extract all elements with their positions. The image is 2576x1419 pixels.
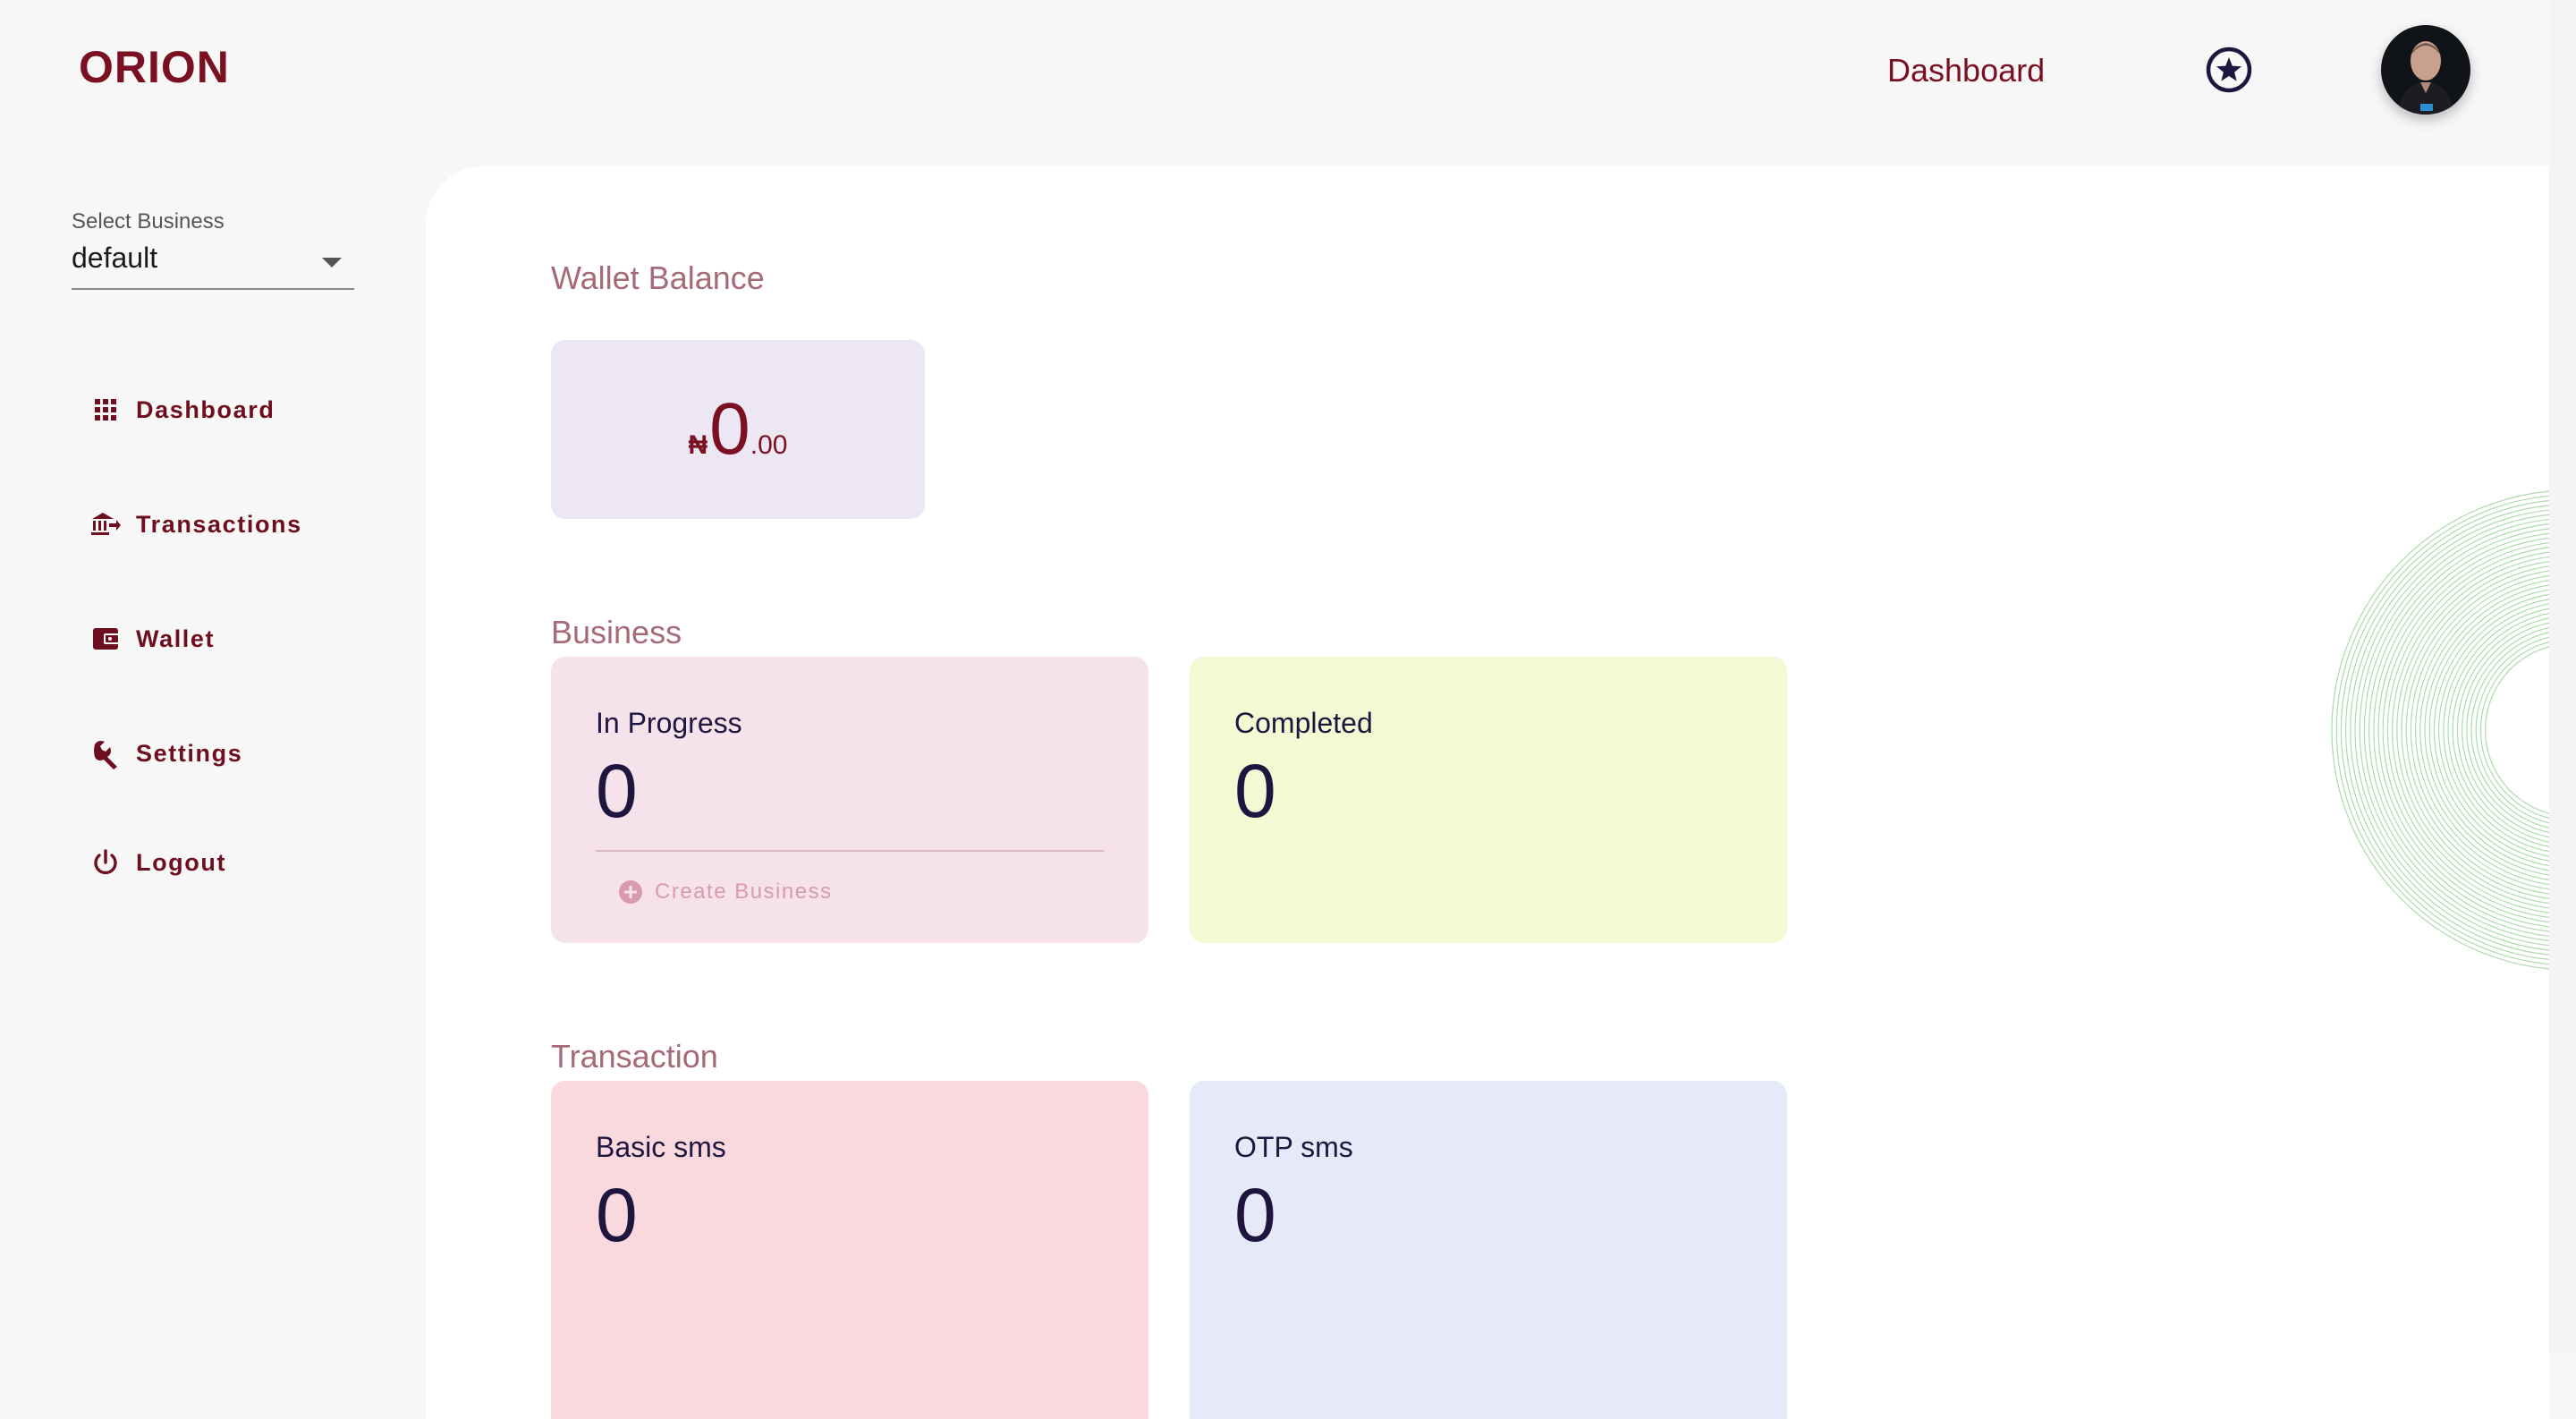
sidebar-item-label: Dashboard: [136, 395, 275, 423]
card-divider: [596, 850, 1104, 852]
currency-symbol: ₦: [688, 430, 708, 460]
sidebar-item-label: Transactions: [136, 510, 302, 538]
header-dashboard-link[interactable]: Dashboard: [1887, 52, 2045, 89]
main-content: Wallet Balance ₦ 0 .00 Business In Progr…: [426, 166, 2549, 1419]
sidebar-item-label: Settings: [136, 739, 243, 767]
top-bar: ORION Dashboard: [0, 0, 2576, 143]
completed-value: 0: [1234, 749, 1276, 833]
caret-down-icon: [322, 258, 342, 268]
basic-sms-label: Basic sms: [596, 1131, 726, 1163]
plus-circle-icon: [619, 880, 642, 904]
scrollbar[interactable]: [2549, 0, 2576, 1354]
in-progress-label: In Progress: [596, 707, 742, 739]
sidebar-item-label: Logout: [136, 848, 227, 876]
sidebar-item-settings[interactable]: Settings: [89, 726, 242, 780]
star-icon[interactable]: [2204, 45, 2254, 95]
in-progress-card: In Progress 0 Create Business: [551, 657, 1148, 943]
basic-sms-card: Basic sms 0: [551, 1081, 1148, 1419]
otp-sms-value: 0: [1234, 1173, 1276, 1257]
otp-sms-label: OTP sms: [1234, 1131, 1353, 1163]
decorative-rings: [2331, 489, 2576, 971]
select-business-value: default: [72, 242, 158, 274]
sidebar-item-transactions[interactable]: Transactions: [89, 497, 302, 551]
create-business-label: Create Business: [655, 879, 833, 904]
sidebar-item-logout[interactable]: Logout: [89, 836, 226, 889]
otp-sms-card: OTP sms 0: [1190, 1081, 1787, 1419]
select-business-dropdown[interactable]: default: [72, 238, 354, 290]
wallet-icon: [93, 628, 120, 650]
sidebar-item-dashboard[interactable]: Dashboard: [89, 383, 275, 437]
wallet-balance-title: Wallet Balance: [551, 259, 765, 296]
sidebar: Select Business default Dashboard Transa…: [0, 143, 426, 1354]
completed-card: Completed 0: [1190, 657, 1787, 943]
create-business-button[interactable]: Create Business: [617, 879, 833, 905]
wallet-balance-integer: 0: [709, 388, 750, 470]
wallet-balance-amount: ₦ 0 .00: [689, 393, 788, 466]
select-business-label: Select Business: [72, 209, 225, 234]
wallet-balance-card[interactable]: ₦ 0 .00: [551, 340, 925, 519]
transaction-section-title: Transaction: [551, 1038, 718, 1075]
bank-transfer-icon: [91, 513, 121, 535]
completed-label: Completed: [1234, 707, 1373, 739]
grid-icon: [95, 399, 116, 421]
business-section-title: Business: [551, 614, 682, 650]
sidebar-item-wallet[interactable]: Wallet: [89, 612, 215, 666]
sidebar-item-label: Wallet: [136, 625, 216, 652]
app-logo[interactable]: ORION: [79, 41, 230, 93]
power-icon: [94, 849, 117, 875]
wrench-icon: [94, 741, 117, 769]
avatar[interactable]: [2381, 25, 2470, 115]
wallet-balance-decimal: .00: [750, 430, 788, 460]
basic-sms-value: 0: [596, 1173, 638, 1257]
in-progress-value: 0: [596, 749, 638, 833]
